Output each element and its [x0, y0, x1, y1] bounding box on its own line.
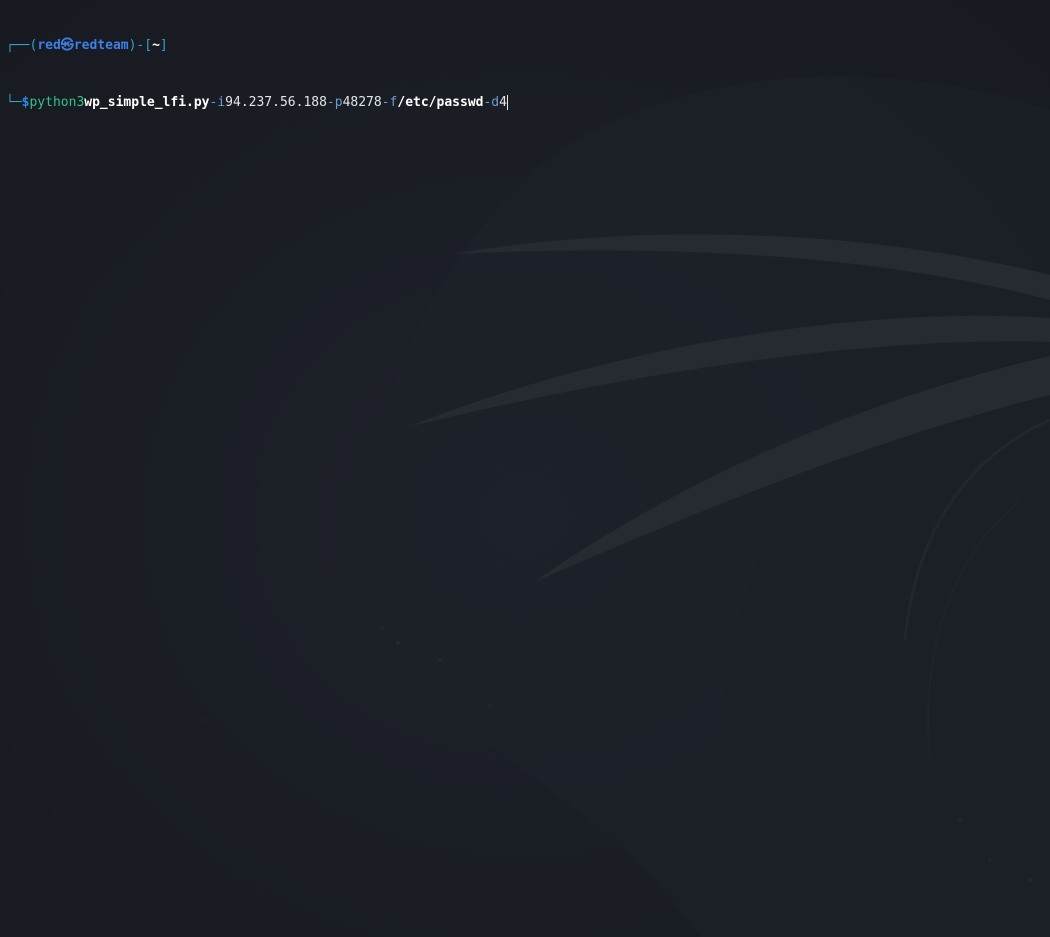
prompt-frame-mid: )-[ [128, 38, 153, 53]
terminal-window[interactable]: ┌──(red ㉿ redteam)-[~] └─ $ python3 wp_simp… [0, 0, 1050, 937]
command-flag-f: -f [381, 95, 398, 110]
prompt-user: red [37, 38, 61, 53]
command-flag-d: -d [483, 95, 500, 110]
command-interpreter: python3 [29, 95, 85, 110]
command-script: wp_simple_lfi.py [84, 95, 210, 110]
command-file: /etc/passwd [397, 95, 484, 110]
command-flag-i: -i [209, 95, 226, 110]
command-ip: 94.237.56.188 [225, 95, 327, 110]
prompt-frame-bottom: └─ [6, 95, 22, 110]
command-port: 48278 [342, 95, 382, 110]
prompt-host: redteam [73, 38, 129, 53]
command-depth: 4 [499, 95, 507, 110]
prompt-line-2: └─ $ python3 wp_simple_lfi.py -i 94.237.5… [6, 93, 508, 112]
command-flag-p: -p [326, 95, 343, 110]
text-cursor[interactable] [506, 95, 508, 110]
prompt-at-symbol: ㉿ [60, 38, 74, 53]
prompt-frame-top: ┌──( [6, 38, 38, 53]
terminal-output: ┌──(red ㉿ redteam)-[~] └─ $ python3 wp_simp… [6, 0, 508, 150]
prompt-cwd: ~ [152, 38, 160, 53]
prompt-line-1: ┌──(red ㉿ redteam)-[~] [6, 36, 508, 55]
prompt-symbol: $ [21, 95, 30, 110]
prompt-frame-close: ] [159, 38, 168, 53]
